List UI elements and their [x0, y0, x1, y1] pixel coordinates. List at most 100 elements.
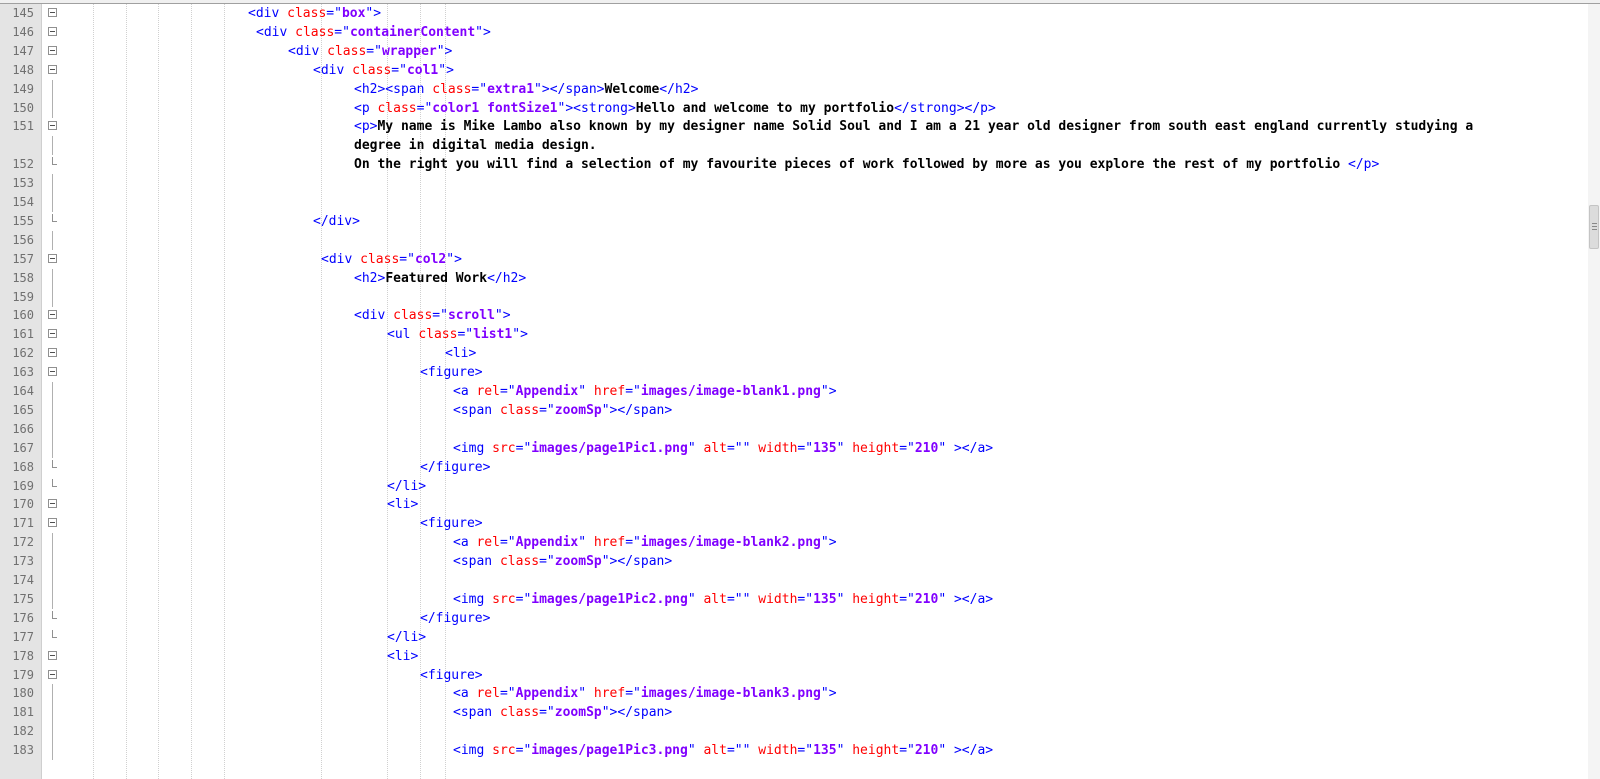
code-line[interactable]: 183 <img src="images/page1Pic3.png" alt="…	[0, 741, 1580, 761]
code-line[interactable]: 168 </figure>	[0, 458, 1580, 477]
code-line[interactable]: 152 On the right you will find a selectio…	[0, 155, 1580, 174]
code-line[interactable]: 145 <div class="box">	[0, 4, 1580, 23]
code-token: src	[492, 591, 516, 607]
fold-line-icon	[52, 684, 53, 704]
vertical-scrollbar[interactable]	[1588, 4, 1600, 779]
fold-line-icon	[52, 722, 53, 742]
fold-end-icon	[52, 459, 57, 468]
code-token: </figure>	[420, 610, 491, 626]
code-token: 210	[914, 591, 939, 607]
fold-toggle-icon[interactable]	[48, 367, 57, 377]
fold-toggle-icon[interactable]	[48, 253, 57, 263]
fold-toggle-icon[interactable]	[48, 45, 57, 55]
code-line[interactable]: 156	[0, 230, 1580, 250]
code-line[interactable]: 182	[0, 722, 1580, 742]
code-token: height	[852, 440, 900, 456]
code-line[interactable]: 178 <li>	[0, 647, 1580, 666]
code-token: alt	[703, 743, 727, 759]
code-text: On the right you will find a selection o…	[354, 155, 1379, 174]
code-line[interactable]: 157 <div class="col2">	[0, 250, 1580, 269]
fold-line-icon	[52, 268, 53, 288]
code-line[interactable]: degree in digital media design.	[0, 136, 1580, 156]
line-number: 150	[12, 100, 34, 115]
fold-toggle-icon[interactable]	[48, 650, 57, 660]
code-token: width	[758, 743, 798, 759]
code-token: ="	[471, 81, 488, 97]
code-line[interactable]: 179 <figure>	[0, 666, 1580, 685]
code-token: <img	[453, 743, 493, 759]
code-line[interactable]: 165 <span class="zoomSp"></span>	[0, 400, 1580, 420]
code-token: href	[593, 535, 626, 551]
code-line[interactable]: 174	[0, 571, 1580, 590]
code-token: height	[852, 743, 900, 759]
fold-toggle-icon[interactable]	[48, 348, 57, 358]
fold-toggle-icon[interactable]	[48, 518, 57, 528]
code-line[interactable]: 161 <ul class="list1">	[0, 325, 1580, 344]
code-line[interactable]: 153	[0, 174, 1580, 194]
code-text: <p class="color1 fontSize1"><strong>Hell…	[354, 99, 996, 118]
code-line[interactable]: 150 <p class="color1 fontSize1"><strong>H…	[0, 98, 1580, 118]
code-line[interactable]: 159	[0, 287, 1580, 307]
line-number: 156	[12, 232, 34, 247]
code-line[interactable]: 170 <li>	[0, 495, 1580, 514]
code-line[interactable]: 177 </li>	[0, 628, 1580, 647]
fold-toggle-icon[interactable]	[48, 121, 57, 131]
line-number: 155	[12, 213, 34, 228]
code-token: </h2>	[487, 270, 527, 286]
code-line[interactable]: 154	[0, 193, 1580, 212]
code-line[interactable]: 171 <figure>	[0, 514, 1580, 533]
code-line[interactable]: 175 <img src="images/page1Pic2.png" alt="…	[0, 589, 1580, 609]
fold-toggle-icon[interactable]	[48, 669, 57, 679]
code-line[interactable]: 149 <h2><span class="extra1"></span>Welco…	[0, 79, 1580, 99]
code-line[interactable]: 169 </li>	[0, 477, 1580, 496]
code-token: ="	[797, 440, 814, 456]
fold-toggle-icon[interactable]	[48, 8, 57, 17]
code-token: images/page1Pic2.png	[531, 591, 688, 607]
code-line[interactable]: 180 <a rel="Appendix" href="images/image-…	[0, 684, 1580, 704]
code-line[interactable]: 163 <figure>	[0, 363, 1580, 382]
code-line[interactable]: 155 </div>	[0, 212, 1580, 231]
line-number: 170	[12, 497, 34, 512]
code-token: ">	[438, 62, 454, 78]
code-token: "></span>	[601, 705, 673, 721]
code-editor[interactable]: 145 <div class="box"> 146 <div class="conta…	[0, 0, 1600, 779]
line-number: 175	[12, 591, 34, 606]
code-token: ="	[899, 591, 915, 607]
code-line[interactable]: 173 <span class="zoomSp"></span>	[0, 552, 1580, 572]
code-text: <span class="zoomSp"></span>	[453, 552, 672, 571]
code-line[interactable]: 172 <a rel="Appendix" href="images/image-…	[0, 533, 1580, 553]
code-token: class	[393, 308, 433, 324]
code-text: </div>	[313, 212, 360, 231]
fold-toggle-icon[interactable]	[48, 499, 57, 509]
fold-line-icon	[52, 400, 53, 420]
code-token: "	[687, 440, 704, 456]
scrollbar-thumb[interactable]	[1589, 205, 1599, 249]
code-line[interactable]: 181 <span class="zoomSp"></span>	[0, 703, 1580, 723]
code-line[interactable]: 148 <div class="col1">	[0, 61, 1580, 80]
fold-toggle-icon[interactable]	[48, 64, 57, 74]
code-line[interactable]: 167 <img src="images/page1Pic1.png" alt="…	[0, 438, 1580, 458]
code-token: <span	[453, 554, 500, 570]
line-number: 172	[12, 535, 34, 550]
code-line[interactable]: 151 <p>My name is Mike Lambo also known b…	[0, 117, 1580, 136]
code-token: "	[836, 743, 853, 759]
code-token: "><strong>	[557, 100, 636, 116]
code-line[interactable]: 162 <li>	[0, 344, 1580, 363]
code-line[interactable]: 146 <div class="containerContent">	[0, 23, 1580, 42]
code-token: 135	[813, 440, 837, 456]
code-line[interactable]: 160 <div class="scroll">	[0, 306, 1580, 325]
code-line[interactable]: 147 <div class="wrapper">	[0, 42, 1580, 61]
code-token: degree in digital media design.	[354, 138, 597, 154]
code-line[interactable]: 176 </figure>	[0, 609, 1580, 628]
code-text: <img src="images/page1Pic1.png" alt="" w…	[453, 439, 993, 458]
code-line[interactable]: 158 <h2>Featured Work</h2>	[0, 268, 1580, 288]
fold-line-icon	[52, 230, 53, 250]
code-line[interactable]: 166	[0, 419, 1580, 439]
code-token: <div	[354, 308, 394, 324]
fold-toggle-icon[interactable]	[48, 329, 57, 339]
fold-toggle-icon[interactable]	[48, 26, 57, 36]
fold-toggle-icon[interactable]	[48, 310, 57, 320]
code-token: </li>	[387, 629, 427, 645]
code-token: ="	[539, 402, 555, 418]
code-line[interactable]: 164 <a rel="Appendix" href="images/image-…	[0, 382, 1580, 401]
